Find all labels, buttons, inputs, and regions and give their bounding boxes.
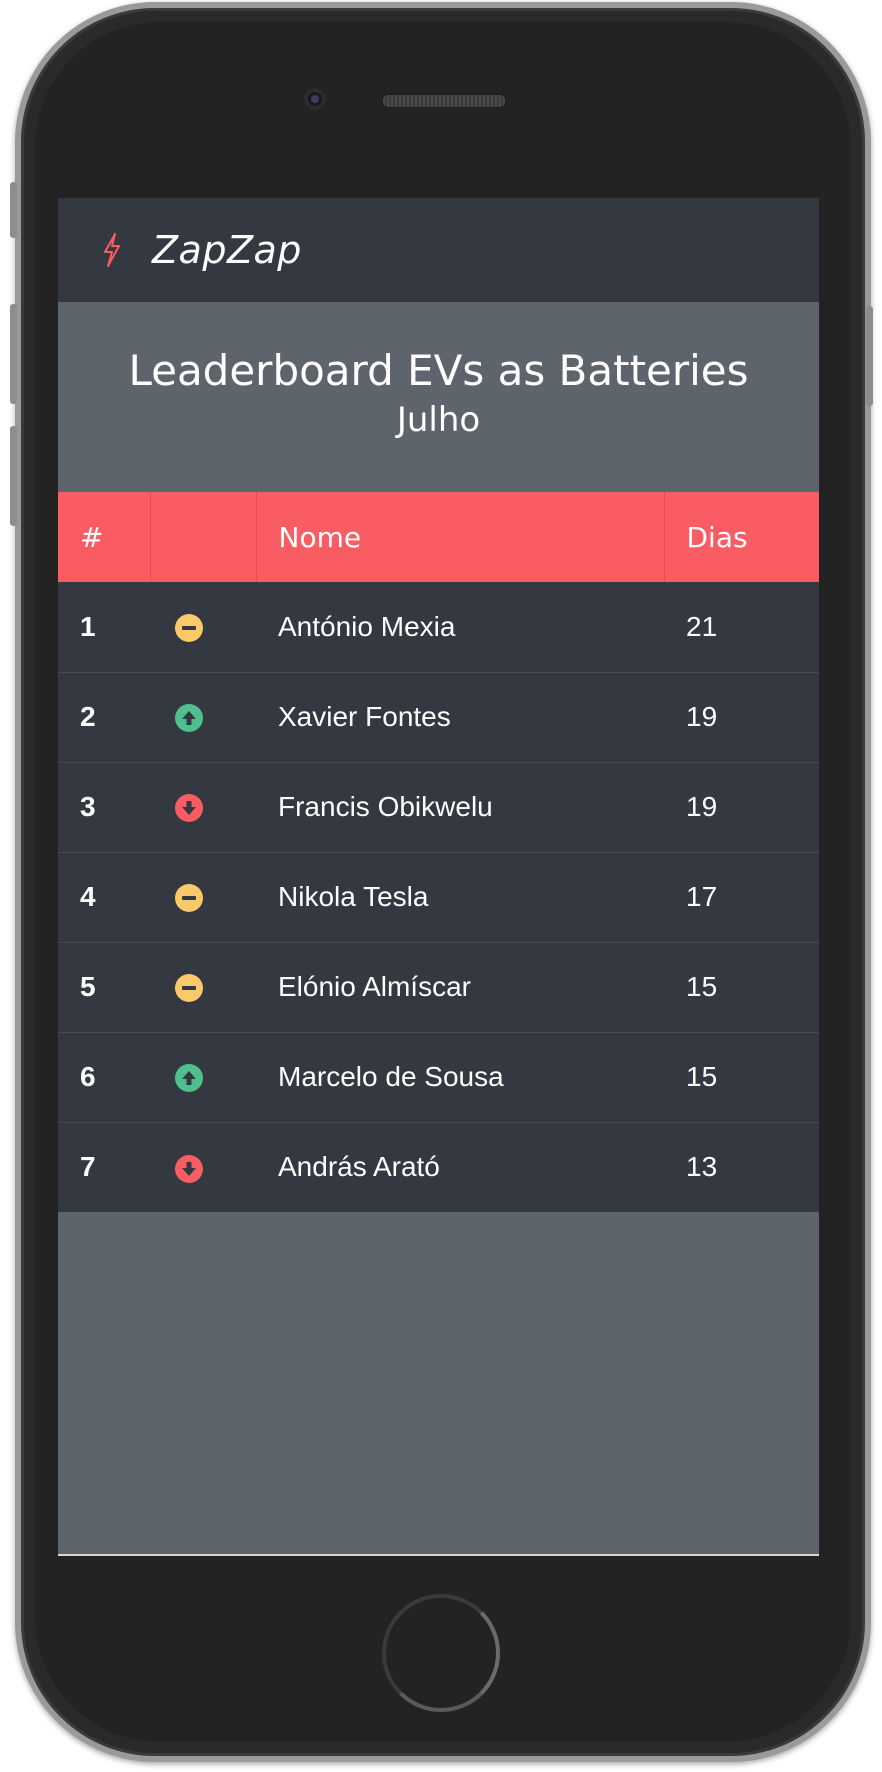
- earpiece-speaker: [382, 94, 506, 108]
- column-header-name: Nome: [256, 492, 665, 582]
- table-row[interactable]: 7 András Arató 13: [58, 1122, 819, 1212]
- minus-circle-icon: [175, 614, 203, 643]
- trend-cell: [150, 1032, 256, 1122]
- table-row[interactable]: 5 Elónio Almíscar 15: [58, 942, 819, 1032]
- rank-cell: 4: [80, 881, 96, 912]
- name-cell: António Mexia: [278, 610, 456, 642]
- name-cell: Elónio Almíscar: [278, 971, 471, 1002]
- name-cell: Nikola Tesla: [278, 881, 429, 912]
- arrow-up-circle-icon: [175, 1064, 203, 1093]
- trend-cell: [150, 1122, 256, 1212]
- column-header-trend: [150, 492, 257, 582]
- name-cell: Xavier Fontes: [278, 701, 451, 732]
- table-row[interactable]: 2 Xavier Fontes 19: [58, 672, 819, 762]
- navbar: ZapZap: [58, 198, 819, 302]
- table-header-row: # Nome Dias: [58, 492, 819, 582]
- page-subtitle: Julho: [396, 400, 481, 440]
- front-camera: [304, 88, 326, 110]
- mute-switch: [10, 182, 17, 238]
- minus-circle-icon: [175, 974, 203, 1003]
- minus-circle-icon: [175, 884, 203, 913]
- days-cell: 21: [686, 610, 718, 642]
- name-cell: Marcelo de Sousa: [278, 1061, 504, 1092]
- rank-cell: 5: [80, 971, 96, 1002]
- table-row[interactable]: 3 Francis Obikwelu 19: [58, 762, 819, 852]
- rank-cell: 3: [80, 791, 96, 822]
- days-cell: 13: [686, 1151, 718, 1183]
- name-cell: András Arató: [278, 1151, 440, 1183]
- rank-cell: 7: [80, 1151, 96, 1183]
- volume-down-button: [10, 426, 17, 526]
- table-row[interactable]: 4 Nikola Tesla 17: [58, 852, 819, 942]
- arrow-down-circle-icon: [175, 794, 203, 823]
- rank-cell: 6: [80, 1061, 96, 1092]
- days-cell: 19: [686, 701, 718, 732]
- trend-cell: [150, 852, 256, 942]
- lightning-bolt-icon: [104, 233, 120, 267]
- home-button[interactable]: [382, 1594, 500, 1712]
- name-cell: Francis Obikwelu: [278, 791, 493, 822]
- column-header-rank: #: [58, 492, 151, 582]
- days-cell: 17: [686, 881, 718, 912]
- days-cell: 19: [686, 791, 718, 822]
- table-row[interactable]: 1 António Mexia 21: [58, 582, 819, 672]
- app-screen: ZapZap Leaderboard EVs as Batteries Julh…: [58, 198, 819, 1556]
- days-cell: 15: [686, 1061, 718, 1092]
- trend-cell: [150, 672, 256, 762]
- arrow-down-circle-icon: [175, 1154, 203, 1183]
- column-header-days: Dias: [686, 520, 748, 554]
- hero-banner: Leaderboard EVs as Batteries Julho: [58, 302, 819, 492]
- trend-cell: [150, 582, 256, 672]
- rank-cell: 2: [80, 701, 96, 732]
- power-button: [866, 306, 873, 406]
- leaderboard-table: # Nome Dias 1 António Mexia 21 2 Xavier Font…: [58, 492, 819, 1212]
- days-cell: 15: [686, 971, 718, 1002]
- rank-cell: 1: [80, 610, 96, 642]
- brand-name[interactable]: ZapZap: [152, 228, 302, 272]
- volume-up-button: [10, 304, 17, 404]
- page-title: Leaderboard EVs as Batteries: [128, 346, 749, 395]
- trend-cell: [150, 942, 256, 1032]
- table-row[interactable]: 6 Marcelo de Sousa 15: [58, 1032, 819, 1122]
- trend-cell: [150, 762, 256, 852]
- arrow-up-circle-icon: [175, 704, 203, 733]
